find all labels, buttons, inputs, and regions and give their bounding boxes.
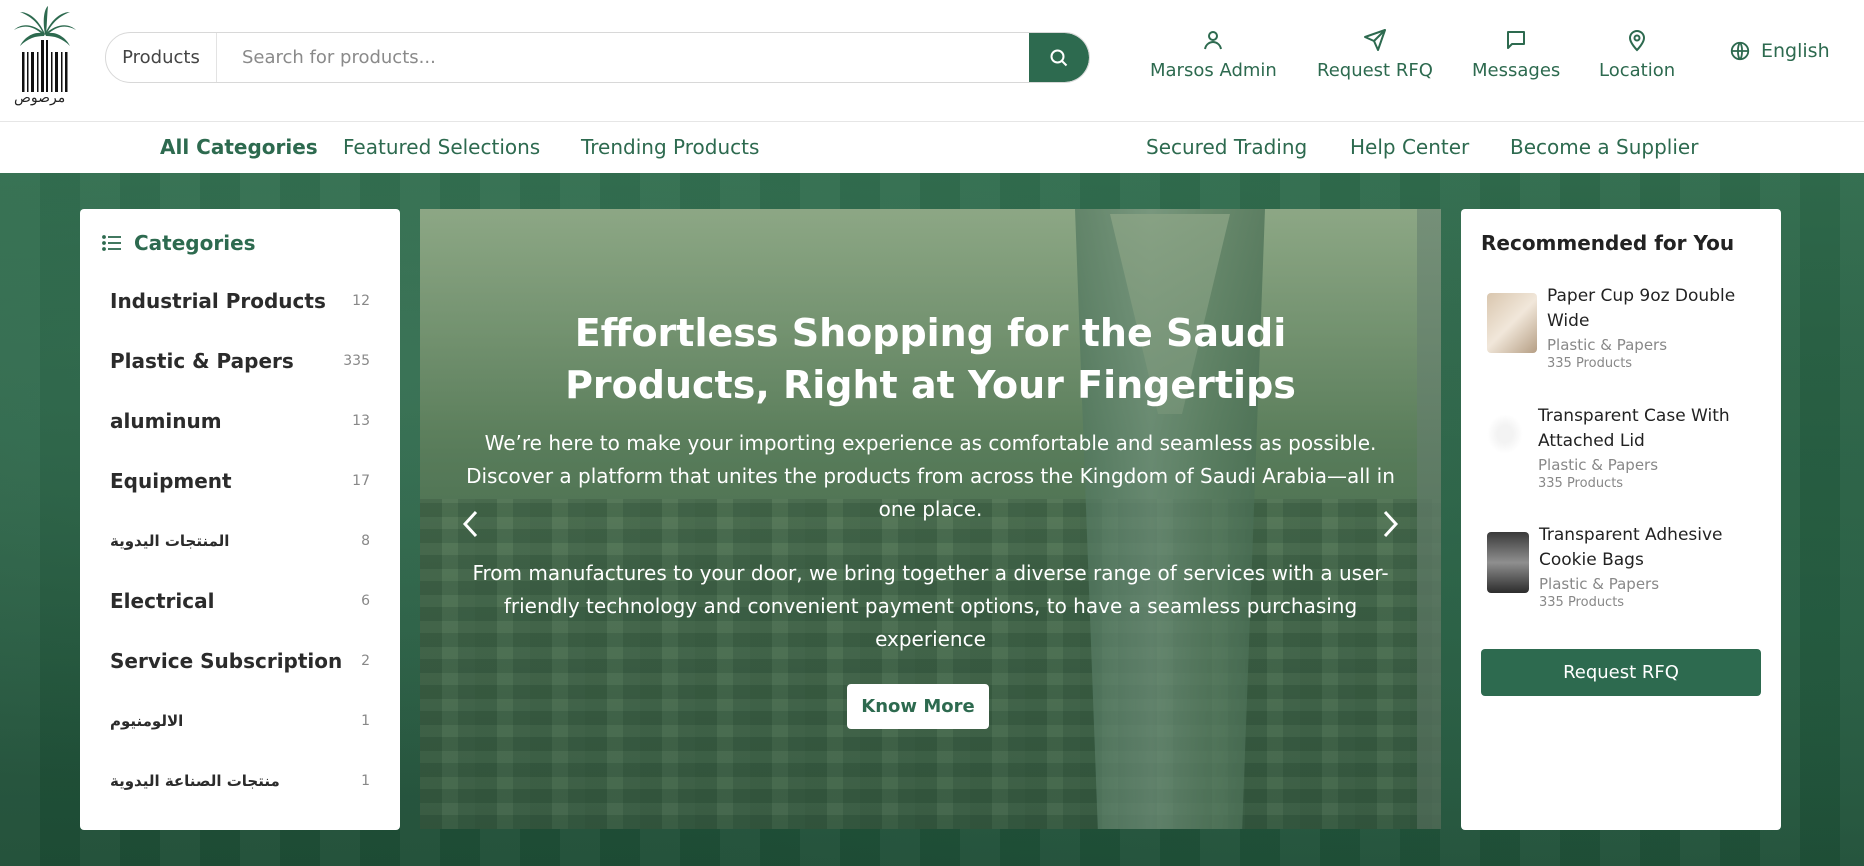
category-name: Plastic & Papers — [110, 349, 294, 373]
know-more-button[interactable]: Know More — [847, 684, 989, 729]
header-nav-request-rfq[interactable]: Request RFQ — [1317, 28, 1433, 81]
category-count: 13 — [352, 413, 370, 429]
nav-featured-selections[interactable]: Featured Selections — [343, 135, 540, 159]
recommended-item-category: Plastic & Papers — [1539, 575, 1660, 593]
header-nav-label: Marsos Admin — [1150, 60, 1277, 81]
nav-secured-trading[interactable]: Secured Trading — [1146, 135, 1307, 159]
categories-list: Industrial Products 12 Plastic & Papers 33… — [110, 271, 370, 811]
category-name: Service Subscription — [110, 649, 343, 673]
header: مرصوص Products Marsos Admin Request RFQ … — [0, 0, 1864, 122]
recommended-item-name: Paper Cup 9oz Double Wide — [1547, 286, 1736, 331]
recommended-item-category: Plastic & Papers — [1538, 456, 1659, 474]
search-button[interactable] — [1029, 33, 1089, 82]
search-bar: Products — [105, 32, 1090, 83]
next-slide-peek — [1417, 209, 1441, 829]
logo-text: مرصوص — [14, 90, 66, 106]
hero-paragraph: From manufactures to your door, we bring… — [472, 561, 1389, 651]
recommended-item-name: Transparent Case With Attached Lid — [1538, 406, 1730, 451]
category-count: 1 — [361, 773, 370, 789]
category-item[interactable]: Plastic & Papers 335 — [110, 331, 370, 391]
category-count: 12 — [352, 293, 370, 309]
user-icon — [1204, 31, 1223, 50]
recommended-title: Recommended for You — [1481, 231, 1735, 255]
nav-trending-products[interactable]: Trending Products — [581, 135, 759, 159]
category-item[interactable]: aluminum 13 — [110, 391, 370, 451]
category-count: 17 — [352, 473, 370, 489]
search-icon — [1050, 49, 1068, 66]
categories-title: Categories — [134, 231, 256, 255]
category-name: Electrical — [110, 589, 215, 613]
nav-all-categories[interactable]: All Categories — [160, 135, 318, 159]
category-item[interactable]: المنتجات اليدوية 8 — [110, 511, 370, 571]
recommended-panel: Recommended for You Paper Cup 9oz Double… — [1461, 209, 1781, 830]
send-icon — [1363, 29, 1386, 51]
header-nav-messages[interactable]: Messages — [1472, 28, 1560, 81]
recommended-item-count: 335 Products — [1539, 595, 1625, 610]
header-nav-label: Request RFQ — [1317, 60, 1433, 81]
category-item[interactable]: الالومنيوم 1 — [110, 691, 370, 751]
categories-header: Categories — [102, 231, 370, 255]
header-nav-label: Messages — [1472, 60, 1561, 81]
recommended-item-count: 335 Products — [1538, 476, 1624, 491]
category-item[interactable]: Equipment 17 — [110, 451, 370, 511]
category-item[interactable]: Industrial Products 12 — [110, 271, 370, 331]
carousel-prev-button[interactable] — [455, 504, 485, 544]
category-name: Industrial Products — [110, 289, 326, 313]
location-pin-icon — [1629, 30, 1646, 52]
header-nav-location[interactable]: Location — [1599, 28, 1675, 81]
search-input[interactable] — [218, 33, 1008, 82]
header-nav-label: Location — [1599, 60, 1676, 81]
category-count: 1 — [361, 713, 370, 729]
cookie-bag-thumbnail — [1487, 532, 1529, 593]
recommended-item-category: Plastic & Papers — [1547, 336, 1668, 354]
category-item[interactable]: منتجات الصناعة اليدوية 1 — [110, 751, 370, 811]
recommended-item-name: Transparent Adhesive Cookie Bags — [1539, 525, 1723, 570]
category-nav: All Categories Featured Selections Trend… — [0, 123, 1864, 173]
language-selector[interactable]: English — [1729, 40, 1830, 62]
category-count: 6 — [361, 593, 370, 609]
category-name: Equipment — [110, 469, 232, 493]
carousel-next-button[interactable] — [1376, 504, 1406, 544]
list-icon — [102, 235, 121, 251]
category-name: منتجات الصناعة اليدوية — [110, 772, 280, 790]
category-count: 335 — [343, 353, 370, 369]
category-item[interactable]: Service Subscription 2 — [110, 631, 370, 691]
transparent-case-thumbnail — [1487, 414, 1523, 454]
hero-title: Effortless Shopping for the Saudi Produc… — [565, 311, 1296, 407]
categories-panel: Categories Industrial Products 12 Plastic… — [80, 209, 400, 830]
category-name: المنتجات اليدوية — [110, 532, 230, 550]
chevron-left-icon — [462, 510, 478, 538]
hero-carousel: Effortless Shopping for the Saudi Produc… — [420, 209, 1441, 829]
paper-cup-thumbnail — [1487, 293, 1537, 353]
nav-help-center[interactable]: Help Center — [1350, 135, 1469, 159]
chevron-right-icon — [1383, 510, 1399, 538]
recommended-item-count: 335 Products — [1547, 356, 1633, 371]
header-nav-account[interactable]: Marsos Admin — [1150, 28, 1277, 81]
category-name: aluminum — [110, 409, 222, 433]
category-item[interactable]: Electrical 6 — [110, 571, 370, 631]
search-category-select[interactable]: Products — [106, 33, 217, 82]
request-rfq-button[interactable]: Request RFQ — [1481, 649, 1761, 696]
globe-icon — [1730, 41, 1750, 61]
language-label: English — [1761, 40, 1830, 62]
category-name: الالومنيوم — [110, 712, 184, 730]
nav-become-supplier[interactable]: Become a Supplier — [1510, 135, 1698, 159]
category-count: 8 — [361, 533, 370, 549]
hero-paragraph: We’re here to make your importing experi… — [466, 431, 1395, 521]
message-icon — [1507, 31, 1526, 49]
category-count: 2 — [361, 653, 370, 669]
